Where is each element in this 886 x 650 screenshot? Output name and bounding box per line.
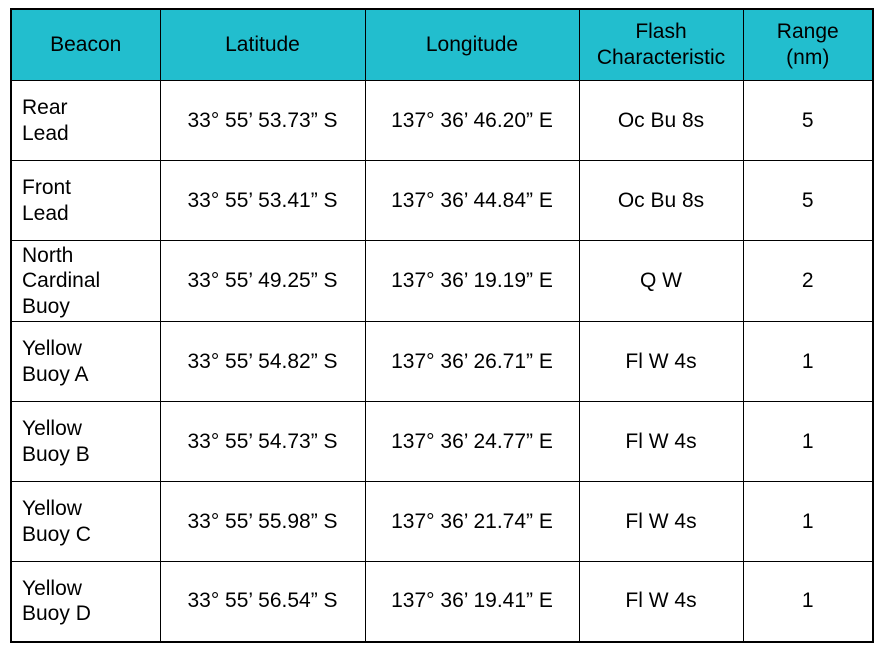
cell-beacon: Yellow Buoy A xyxy=(10,321,161,402)
cell-flash-characteristic: Q W xyxy=(578,240,744,322)
cell-latitude: 33° 55’ 55.98” S xyxy=(159,481,366,562)
column-header-beacon-line1: Beacon xyxy=(50,33,122,57)
cell-beacon: Yellow Buoy C xyxy=(10,481,161,562)
cell-longitude: 137° 36’ 26.71” E xyxy=(364,321,580,402)
column-header-beacon: Beacon xyxy=(10,8,161,81)
header-row: Beacon Latitude Longitude Flash Characte… xyxy=(10,8,874,81)
table-row: Yellow Buoy D 33° 55’ 56.54” S 137° 36’ … xyxy=(10,561,874,642)
cell-flash-characteristic: Fl W 4s xyxy=(578,321,744,402)
cell-beacon-line2: Buoy D xyxy=(22,602,91,626)
table-row: Rear Lead 33° 55’ 53.73” S 137° 36’ 46.2… xyxy=(10,80,874,161)
cell-flash-characteristic: Oc Bu 8s xyxy=(578,160,744,241)
cell-beacon-line1: Yellow xyxy=(22,576,82,600)
cell-flash-characteristic: Fl W 4s xyxy=(578,561,744,642)
cell-range: 5 xyxy=(742,160,874,241)
cell-beacon-line2: Cardinal xyxy=(22,269,101,293)
cell-beacon-line1: Rear xyxy=(22,95,68,119)
cell-longitude: 137° 36’ 44.84” E xyxy=(364,160,580,241)
column-header-latitude: Latitude xyxy=(159,8,366,81)
cell-longitude: 137° 36’ 21.74” E xyxy=(364,481,580,562)
cell-longitude: 137° 36’ 19.19” E xyxy=(364,240,580,322)
cell-beacon: Yellow Buoy D xyxy=(10,561,161,642)
column-header-range-line1: Range xyxy=(776,20,839,44)
column-header-range-line2: (nm) xyxy=(786,46,830,69)
cell-range: 1 xyxy=(742,481,874,562)
cell-beacon-line1: Yellow xyxy=(22,416,82,440)
table-body: Rear Lead 33° 55’ 53.73” S 137° 36’ 46.2… xyxy=(10,80,874,642)
cell-beacon: Rear Lead xyxy=(10,80,161,161)
cell-beacon-line1: Yellow xyxy=(22,496,82,520)
cell-latitude: 33° 55’ 53.41” S xyxy=(159,160,366,241)
cell-beacon-line1: North xyxy=(22,243,74,267)
table-row: Yellow Buoy C 33° 55’ 55.98” S 137° 36’ … xyxy=(10,481,874,562)
cell-beacon-line2: Buoy B xyxy=(22,442,90,466)
cell-beacon-line1: Front xyxy=(22,175,72,199)
cell-beacon-line2: Lead xyxy=(22,121,69,145)
cell-range: 2 xyxy=(742,240,874,322)
table-row: North Cardinal Buoy 33° 55’ 49.25” S 137… xyxy=(10,240,874,322)
cell-range: 1 xyxy=(742,321,874,402)
cell-beacon: Yellow Buoy B xyxy=(10,401,161,482)
beacon-table: Beacon Latitude Longitude Flash Characte… xyxy=(10,8,874,643)
cell-latitude: 33° 55’ 54.82” S xyxy=(159,321,366,402)
cell-longitude: 137° 36’ 19.41” E xyxy=(364,561,580,642)
cell-range: 1 xyxy=(742,561,874,642)
cell-longitude: 137° 36’ 24.77” E xyxy=(364,401,580,482)
cell-range: 1 xyxy=(742,401,874,482)
table-row: Yellow Buoy B 33° 55’ 54.73” S 137° 36’ … xyxy=(10,401,874,482)
cell-beacon-line2: Buoy C xyxy=(22,522,91,546)
beacon-table-container: Beacon Latitude Longitude Flash Characte… xyxy=(10,8,874,643)
cell-flash-characteristic: Fl W 4s xyxy=(578,401,744,482)
table-row: Front Lead 33° 55’ 53.41” S 137° 36’ 44.… xyxy=(10,160,874,241)
table-header: Beacon Latitude Longitude Flash Characte… xyxy=(10,8,874,81)
cell-beacon-line2: Lead xyxy=(22,201,69,225)
column-header-latitude-line1: Latitude xyxy=(225,33,300,57)
cell-beacon-line3: Buoy xyxy=(22,294,70,318)
column-header-longitude: Longitude xyxy=(364,8,580,81)
cell-latitude: 33° 55’ 56.54” S xyxy=(159,561,366,642)
cell-range: 5 xyxy=(742,80,874,161)
cell-beacon-line2: Buoy A xyxy=(22,362,89,386)
cell-longitude: 137° 36’ 46.20” E xyxy=(364,80,580,161)
cell-beacon: North Cardinal Buoy xyxy=(10,240,161,322)
cell-flash-characteristic: Fl W 4s xyxy=(578,481,744,562)
column-header-flash-line1: Flash xyxy=(635,20,687,44)
cell-flash-characteristic: Oc Bu 8s xyxy=(578,80,744,161)
cell-beacon: Front Lead xyxy=(10,160,161,241)
cell-latitude: 33° 55’ 53.73” S xyxy=(159,80,366,161)
column-header-flash-line2: Characteristic xyxy=(596,46,726,69)
column-header-flash-characteristic: Flash Characteristic xyxy=(578,8,744,81)
cell-latitude: 33° 55’ 49.25” S xyxy=(159,240,366,322)
table-row: Yellow Buoy A 33° 55’ 54.82” S 137° 36’ … xyxy=(10,321,874,402)
column-header-range: Range (nm) xyxy=(742,8,874,81)
cell-latitude: 33° 55’ 54.73” S xyxy=(159,401,366,482)
cell-beacon-line1: Yellow xyxy=(22,336,82,360)
column-header-longitude-line1: Longitude xyxy=(425,33,519,57)
